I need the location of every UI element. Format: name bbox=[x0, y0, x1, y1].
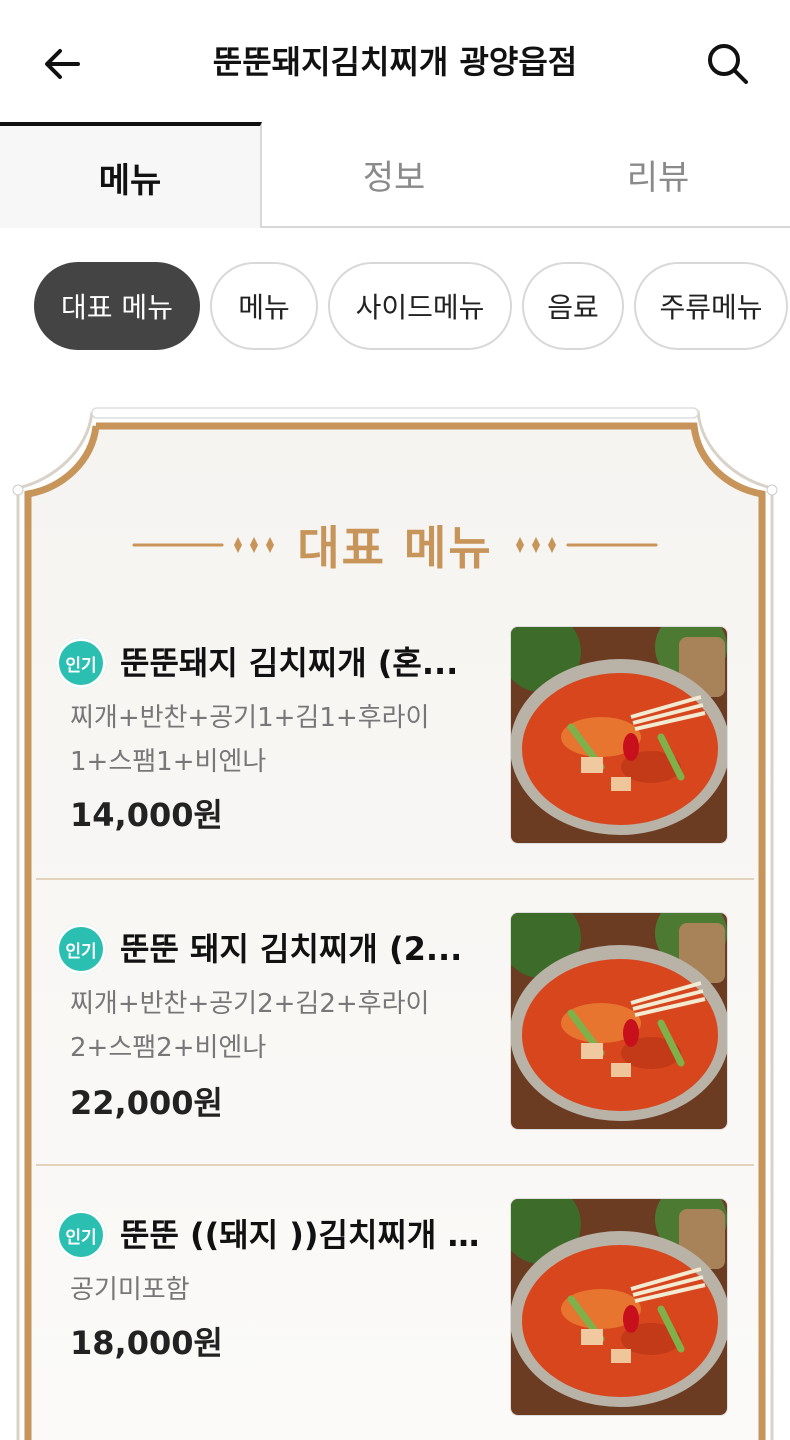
chip-alcohol-menu[interactable]: 주류메뉴 bbox=[634, 262, 788, 350]
search-button[interactable] bbox=[702, 38, 754, 90]
menu-item-photo bbox=[510, 912, 728, 1130]
top-app-bar: 뚠뚠돼지김치찌개 광양읍점 bbox=[0, 0, 790, 122]
kimchi-stew-image bbox=[511, 627, 727, 843]
tab-info[interactable]: 정보 bbox=[262, 122, 526, 228]
menu-item[interactable]: 인기 뚠뚠돼지 김치찌개 (혼... 찌개+반찬+공기1+김1+후라이1+스팸1… bbox=[36, 606, 754, 892]
menu-item-price: 22,000원 bbox=[70, 1084, 223, 1122]
tab-bar: 메뉴 정보 리뷰 bbox=[0, 122, 790, 228]
tab-reviews[interactable]: 리뷰 bbox=[526, 122, 790, 228]
arrow-left-icon bbox=[45, 49, 80, 79]
menu-item-price: 14,000원 bbox=[70, 796, 223, 834]
section-title: 대표 메뉴 bbox=[297, 521, 493, 575]
menu-item[interactable]: 인기 뚠뚠 돼지 김치찌개 (2... 찌개+반찬+공기2+김2+후라이2+스팸… bbox=[36, 892, 754, 1178]
chip-menu[interactable]: 메뉴 bbox=[210, 262, 318, 350]
menu-item-photo bbox=[510, 626, 728, 844]
menu-item[interactable]: 인기 뚠뚠 ((돼지 ))김치찌개 (... 공기미포함 18,000원 bbox=[36, 1178, 754, 1440]
kimchi-stew-image bbox=[511, 913, 727, 1129]
chip-signature-menu[interactable]: 대표 메뉴 bbox=[34, 262, 200, 350]
popular-badge: 인기 bbox=[56, 1210, 106, 1260]
chip-drinks[interactable]: 음료 bbox=[522, 262, 624, 350]
signature-menu-card: 대표 메뉴 인기 뚠뚠돼지 김치찌개 (혼... 찌개+반찬+공기1+김1+후라… bbox=[0, 400, 790, 1440]
menu-item-price: 18,000원 bbox=[70, 1324, 223, 1362]
search-icon bbox=[708, 44, 748, 84]
menu-item-name: 뚠뚠 돼지 김치찌개 (2... bbox=[120, 930, 463, 968]
divider bbox=[36, 878, 754, 880]
menu-item-name: 뚠뚠돼지 김치찌개 (혼... bbox=[120, 644, 459, 682]
chip-side-menu[interactable]: 사이드메뉴 bbox=[328, 262, 512, 350]
menu-item-description: 공기미포함 bbox=[70, 1275, 190, 1305]
store-title: 뚠뚠돼지김치찌개 광양읍점 bbox=[212, 43, 578, 81]
category-chips: 대표 메뉴 메뉴 사이드메뉴 음료 주류메뉴 bbox=[0, 262, 790, 350]
menu-item-photo bbox=[510, 1198, 728, 1416]
kimchi-stew-image bbox=[511, 1199, 727, 1415]
menu-item-description: 찌개+반찬+공기2+김2+후라이2+스팸2+비엔나 bbox=[70, 989, 430, 1063]
popular-badge: 인기 bbox=[56, 924, 106, 974]
divider bbox=[36, 1164, 754, 1166]
menu-item-name: 뚠뚠 ((돼지 ))김치찌개 (... bbox=[120, 1216, 490, 1254]
menu-item-description: 찌개+반찬+공기1+김1+후라이1+스팸1+비엔나 bbox=[70, 703, 430, 777]
back-button[interactable] bbox=[38, 40, 86, 88]
popular-badge: 인기 bbox=[56, 638, 106, 688]
tab-menu[interactable]: 메뉴 bbox=[0, 122, 262, 228]
